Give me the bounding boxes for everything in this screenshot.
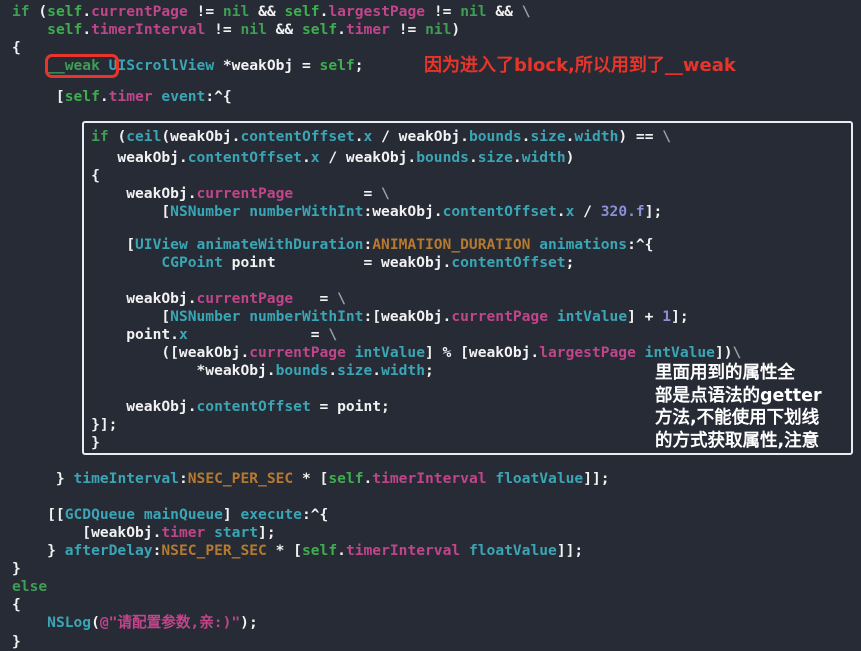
code-token: self [301,542,338,559]
code-token: { [12,596,21,613]
code-token: timer [345,21,390,38]
code-line: { [12,597,21,613]
code-token: * [ [266,542,302,559]
code-token: currentPage [91,3,188,20]
code-token: ); [240,614,258,631]
code-token: * [ [293,470,329,487]
code-line: [[GCDQueue mainQueue] execute:^{ [12,507,328,523]
code-token: if [12,3,30,20]
code-line: } [12,634,21,650]
code-token: @"请配置参数,亲:)" [99,614,241,631]
code-token: [ [12,88,65,105]
code-line: } [12,561,21,577]
code-token: != [187,3,223,20]
code-token: . [337,542,346,559]
code-token: && [266,21,303,38]
code-token: largestPage [328,3,426,20]
code-line: NSLog(@"请配置参数,亲:)"); [12,615,258,631]
code-token: timerInterval [372,470,487,487]
code-token: GCDQueue [64,506,136,523]
code-token: NSEC_PER_SEC [161,542,267,559]
code-token: timer [108,88,153,105]
code-token: start [214,524,259,541]
code-line: if (self.currentPage != nil && self.larg… [12,4,531,20]
code-token: && [486,3,522,20]
code-token: } [12,560,21,577]
code-token: UIScrollView [108,57,215,74]
code-token: *weakObj = [214,57,320,74]
code-token: . [363,470,373,487]
code-token: self [284,3,320,20]
code-token: . [82,3,92,20]
code-token: nil [425,21,452,38]
code-token: . [99,88,109,105]
code-token: timeInterval [73,470,179,487]
code-token: . [82,21,92,38]
code-token: ]]; [556,542,584,559]
code-token: timerInterval [91,21,206,38]
code-line: } timeInterval:NSEC_PER_SEC * [self.time… [12,471,610,487]
code-token: != [389,21,426,38]
code-token: self [47,3,83,20]
code-token: != [425,3,461,20]
code-token: ( [91,614,100,631]
code-token: [[ [12,506,65,523]
code-token: floatValue [495,470,584,487]
code-token: :^{ [301,506,329,523]
code-token: } [12,633,21,650]
code-token: } [12,470,74,487]
annotation-getter-note: 里面用到的属性全 部是点语法的getter 方法,不能使用下划线 的方式获取属性… [655,363,822,451]
code-line: else [12,579,47,595]
code-token: NSLog [47,614,92,631]
code-token: execute [240,506,302,523]
code-line: } afterDelay:NSEC_PER_SEC * [self.timerI… [12,543,583,559]
code-token: NSEC_PER_SEC [187,470,294,487]
code-line: self.timerInterval != nil && self.timer … [12,22,460,38]
code-line: [weakObj.timer start]; [12,524,276,541]
code-token: nil [222,3,250,20]
code-token: nil [240,21,267,38]
annotation-weak-note: 因为进入了block,所以用到了__weak [424,55,736,76]
code-line: [self.timer event:^{ [12,89,232,105]
code-token: mainQueue [143,506,223,523]
weak-keyword-highlight-box [45,54,119,78]
code-screenshot: if (self.currentPage != nil && self.larg… [0,0,861,651]
code-token: . [337,21,346,38]
code-token: } [12,542,65,559]
code-token: : [178,470,188,487]
code-token: self [64,88,100,105]
code-token: else [12,578,48,595]
code-token: ) [451,21,461,38]
code-token: ] [222,506,241,523]
code-token: \ [521,3,531,20]
code-token: nil [460,3,487,20]
code-token: :^{ [205,88,232,105]
code-token: self [328,470,364,487]
code-line: { [12,40,21,56]
code-token: event [161,88,206,105]
code-token: != [205,21,241,38]
code-token: self [302,21,338,38]
code-token: timerInterval [345,542,461,559]
code-token: [weakObj. [12,524,162,541]
code-token: timer [161,524,206,541]
code-token: ]]; [583,470,610,487]
code-token: afterDelay [64,542,153,559]
code-token: floatValue [468,542,557,559]
code-token: self [319,57,355,74]
code-token: ( [29,3,48,20]
code-token: ]; [258,524,276,541]
code-token: ; [354,57,364,74]
code-token: { [12,39,21,56]
code-token: self [47,21,83,38]
code-token: && [249,3,285,20]
